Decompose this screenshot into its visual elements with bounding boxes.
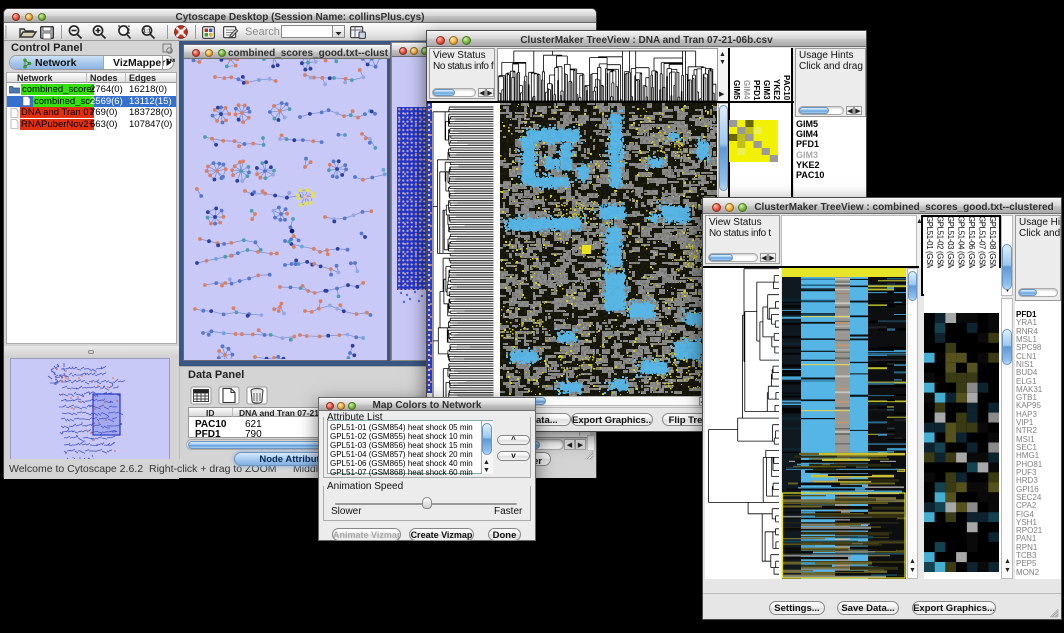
svg-text:1:1: 1:1 — [143, 29, 151, 35]
